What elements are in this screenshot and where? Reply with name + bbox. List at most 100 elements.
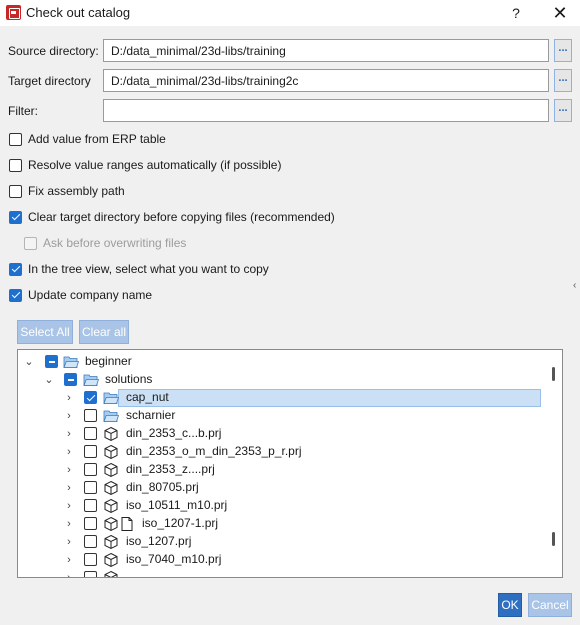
chevron-down-icon[interactable]: ⌄: [44, 374, 54, 386]
chevron-right-icon[interactable]: ›: [64, 410, 74, 422]
tree-item-project[interactable]: › din_2353_c...b.prj: [18, 425, 542, 443]
chevron-down-icon[interactable]: ⌄: [24, 356, 34, 368]
cube-icon: [104, 426, 118, 442]
selection-highlight: [118, 389, 541, 407]
chevron-right-icon[interactable]: ›: [64, 428, 74, 440]
option-ask-overwrite: Ask before overwriting files: [24, 235, 186, 251]
tree-item-cap-nut[interactable]: › cap_nut: [18, 389, 542, 407]
tree-item-label: iso_1207-1.prj: [142, 516, 219, 530]
tree-select-checkbox[interactable]: [9, 262, 22, 276]
folder-open-icon: [103, 410, 119, 422]
tree-item-label: din_2353_c...b.prj: [126, 426, 222, 440]
tree-item-label: cap_nut: [126, 390, 169, 404]
cube-icon: [104, 498, 118, 514]
chevron-right-icon[interactable]: ›: [64, 554, 74, 566]
tree-item-label: din_2353_o_m_din_2353_p_r.prj: [126, 444, 302, 458]
title-bar: Check out catalog ? ✕: [0, 0, 580, 26]
tree-checkbox[interactable]: [45, 355, 58, 368]
tree-checkbox[interactable]: [64, 373, 77, 386]
tree-select-label: In the tree view, select what you want t…: [28, 262, 269, 276]
filter-browse-button[interactable]: ...: [554, 99, 572, 122]
close-button[interactable]: ✕: [547, 2, 573, 24]
folder-open-icon: [103, 392, 119, 404]
option-erp-table[interactable]: Add value from ERP table: [9, 131, 166, 147]
ask-overwrite-label: Ask before overwriting files: [43, 236, 187, 250]
cube-icon: [104, 534, 118, 550]
tree-checkbox[interactable]: [84, 571, 97, 577]
tree-checkbox[interactable]: [84, 427, 97, 440]
window-title: Check out catalog: [26, 5, 131, 20]
resolve-ranges-checkbox[interactable]: [9, 158, 22, 172]
catalog-tree[interactable]: ⌄ beginner ⌄ solutions › cap_nut › schar…: [17, 349, 563, 578]
tree-item-label: scharnier: [126, 408, 176, 422]
target-browse-button[interactable]: ...: [554, 69, 572, 92]
update-company-checkbox[interactable]: [9, 288, 22, 302]
tree-item-label: iso_1207.prj: [126, 534, 192, 548]
option-update-company[interactable]: Update company name: [9, 287, 152, 303]
chevron-right-icon[interactable]: ›: [64, 572, 74, 577]
tree-item-label: din_80705.prj: [126, 480, 199, 494]
source-browse-button[interactable]: ...: [554, 39, 572, 62]
clear-target-label: Clear target directory before copying fi…: [28, 210, 335, 224]
chevron-right-icon[interactable]: ›: [64, 464, 74, 476]
select-all-button[interactable]: Select All: [17, 320, 73, 344]
tree-checkbox[interactable]: [84, 409, 97, 422]
tree-checkbox[interactable]: [84, 445, 97, 458]
tree-item-project[interactable]: › iso_7040_m10.prj: [18, 551, 542, 569]
tree-checkbox[interactable]: [84, 463, 97, 476]
option-resolve-ranges[interactable]: Resolve value ranges automatically (if p…: [9, 157, 281, 173]
cube-icon: [104, 444, 118, 460]
tree-item-project[interactable]: › iso_10511_m10.prj: [18, 497, 542, 515]
folder-open-icon: [83, 374, 99, 386]
tree-item-beginner[interactable]: ⌄ beginner: [18, 353, 542, 371]
tree-item-project[interactable]: › din_2353_z....prj: [18, 461, 542, 479]
tree-checkbox[interactable]: [84, 499, 97, 512]
clear-target-checkbox[interactable]: [9, 210, 22, 224]
source-directory-input[interactable]: D:/data_minimal/23d-libs/training: [103, 39, 549, 62]
cube-icon: [104, 516, 118, 532]
resolve-ranges-label: Resolve value ranges automatically (if p…: [28, 158, 282, 172]
tree-item-project[interactable]: › iso_1207-1.prj: [18, 515, 542, 533]
tree-checkbox[interactable]: [84, 517, 97, 530]
app-icon: [6, 5, 21, 20]
cancel-button[interactable]: Cancel: [528, 593, 572, 617]
filter-input[interactable]: [103, 99, 549, 122]
chevron-right-icon[interactable]: ›: [64, 500, 74, 512]
fix-assembly-label: Fix assembly path: [28, 184, 125, 198]
chevron-right-icon[interactable]: ›: [64, 482, 74, 494]
chevron-right-icon[interactable]: ›: [64, 392, 74, 404]
tree-checkbox[interactable]: [84, 481, 97, 494]
chevron-right-icon[interactable]: ›: [64, 536, 74, 548]
option-clear-target[interactable]: Clear target directory before copying fi…: [9, 209, 335, 225]
help-button[interactable]: ?: [506, 2, 526, 24]
ask-overwrite-checkbox: [24, 236, 37, 250]
tree-item-scharnier[interactable]: › scharnier: [18, 407, 542, 425]
chevron-right-icon[interactable]: ›: [64, 446, 74, 458]
tree-item-label: beginner: [85, 354, 132, 368]
tree-checkbox[interactable]: [84, 535, 97, 548]
scrollbar-thumb[interactable]: [552, 532, 555, 546]
ok-button[interactable]: OK: [498, 593, 522, 617]
erp-table-checkbox[interactable]: [9, 132, 22, 146]
tree-item-project[interactable]: › din_2353_o_m_din_2353_p_r.prj: [18, 443, 542, 461]
option-tree-select[interactable]: In the tree view, select what you want t…: [9, 261, 269, 277]
document-icon: [121, 517, 133, 531]
tree-item-solutions[interactable]: ⌄ solutions: [18, 371, 542, 389]
cube-icon: [104, 462, 118, 478]
tree-item-project[interactable]: › iso_1207.prj: [18, 533, 542, 551]
tree-item-project[interactable]: › din_80705.prj: [18, 479, 542, 497]
chevron-right-icon[interactable]: ›: [64, 518, 74, 530]
collapse-chevron-icon[interactable]: ‹: [573, 280, 576, 291]
tree-checkbox[interactable]: [84, 391, 97, 404]
source-directory-label: Source directory:: [8, 44, 99, 58]
tree-scrollbar[interactable]: [546, 350, 562, 577]
clear-all-button[interactable]: Clear all: [79, 320, 129, 344]
option-fix-assembly[interactable]: Fix assembly path: [9, 183, 125, 199]
fix-assembly-checkbox[interactable]: [9, 184, 22, 198]
tree-item-partial-row[interactable]: ›: [18, 569, 542, 577]
scrollbar-thumb[interactable]: [552, 367, 555, 381]
tree-item-label: iso_10511_m10.prj: [126, 498, 228, 512]
folder-open-icon: [63, 356, 79, 368]
target-directory-input[interactable]: D:/data_minimal/23d-libs/training2c: [103, 69, 549, 92]
tree-checkbox[interactable]: [84, 553, 97, 566]
